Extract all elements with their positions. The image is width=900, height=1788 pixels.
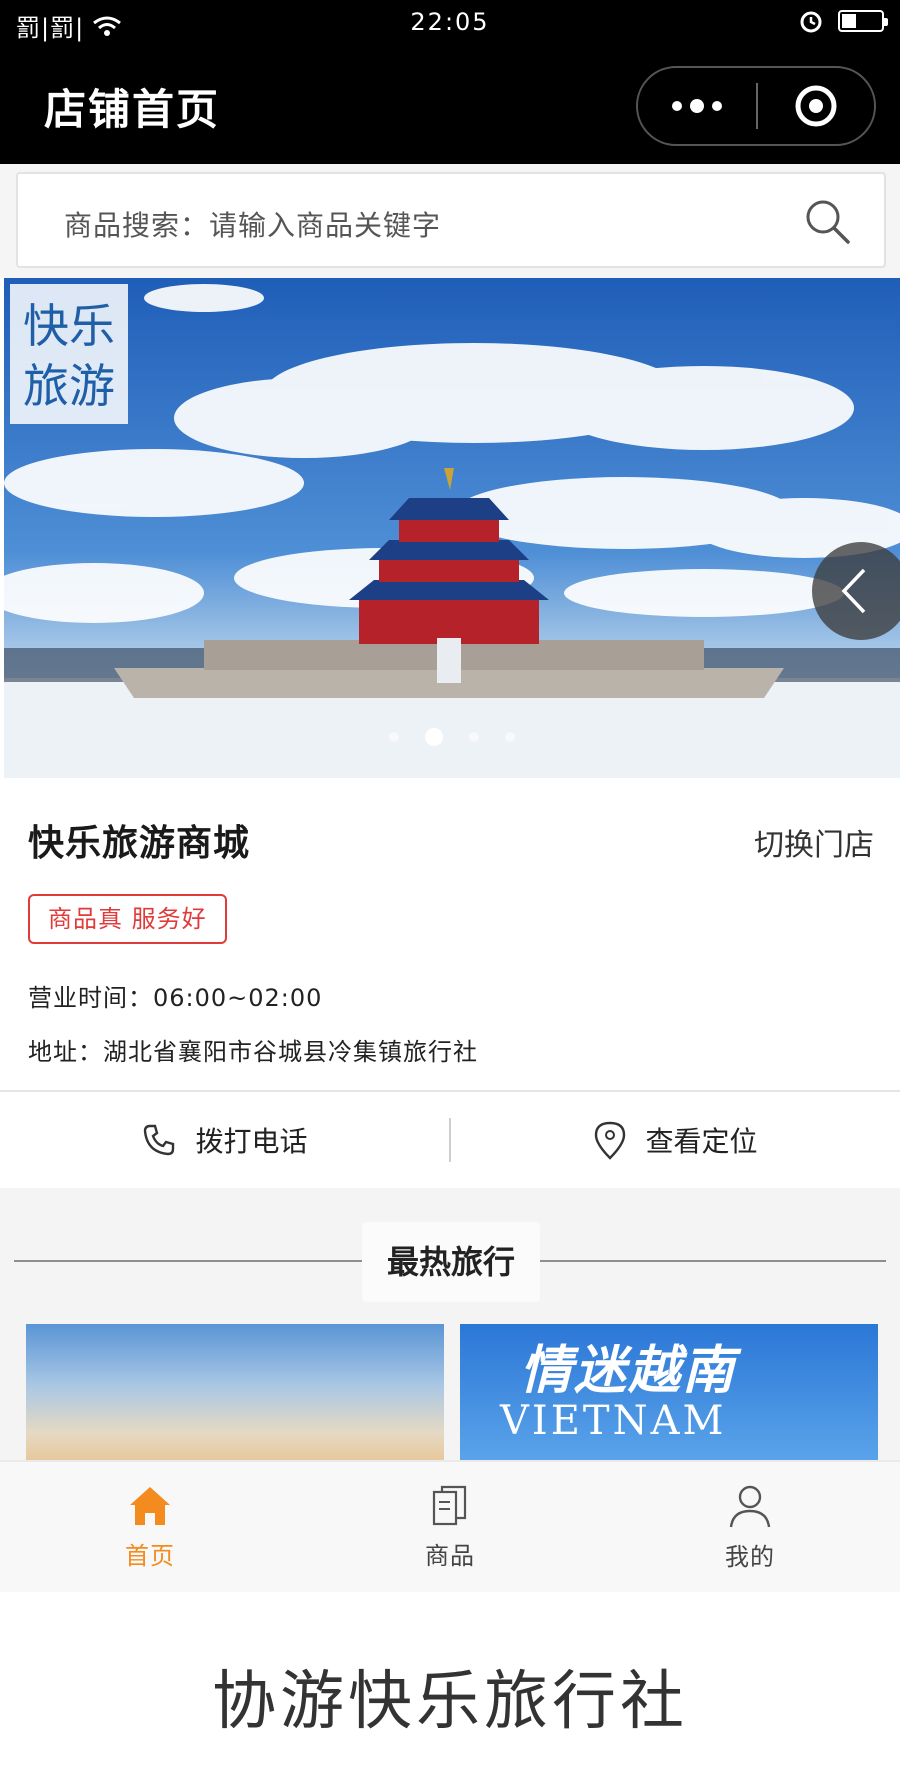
chevron-left-icon [841, 568, 866, 614]
carousel-prev-button[interactable] [812, 542, 900, 640]
tab-label: 我的 [725, 1542, 775, 1571]
tab-home[interactable]: 首页 [0, 1462, 300, 1592]
store-info: 快乐旅游商城 切换门店 商品真 服务好 营业时间：06:00~02:00 地址：… [0, 778, 900, 1090]
footer: 协游快乐旅行社 [0, 1592, 900, 1788]
tab-products[interactable]: 商品 [300, 1462, 600, 1592]
battery-icon [838, 10, 888, 32]
temple-of-heaven-image [4, 278, 900, 778]
search-area: 商品搜索：请输入商品关键字 [0, 164, 900, 278]
location-pin-icon [595, 1121, 626, 1160]
hot-travel-section: 最热旅行 情迷越南 VIETNAM [0, 1188, 900, 1460]
more-dot-icon [712, 101, 722, 111]
close-button[interactable] [758, 68, 874, 144]
mini-program-capsule [636, 66, 876, 146]
tab-profile[interactable]: 我的 [600, 1462, 900, 1592]
travel-card-subtitle: VIETNAM [500, 1398, 727, 1444]
carousel-dot[interactable] [505, 732, 515, 742]
status-right [798, 8, 888, 34]
search-input[interactable]: 商品搜索：请输入商品关键字 [16, 172, 886, 268]
more-dot-icon [672, 101, 682, 111]
search-placeholder: 商品搜索：请输入商品关键字 [64, 209, 442, 242]
bottom-tab-bar: 首页 商品 我的 [0, 1460, 900, 1592]
status-bar: 罰|罰| 22:05 [0, 0, 900, 48]
more-button[interactable] [638, 68, 756, 144]
happy-travel-logo: 快乐 旅游 [10, 284, 128, 424]
travel-card-title: 情迷越南 [520, 1340, 737, 1401]
carousel-dot-active[interactable] [425, 728, 443, 746]
business-hours: 营业时间：06:00~02:00 [28, 984, 323, 1012]
home-icon [130, 1486, 170, 1525]
contact-actions: 拨打电话 查看定位 [0, 1090, 900, 1188]
store-address: 地址：湖北省襄阳市谷城县冷集镇旅行社 [28, 1038, 478, 1066]
travel-card-vietnam[interactable]: 情迷越南 VIETNAM [460, 1324, 878, 1460]
tab-label: 商品 [425, 1541, 475, 1570]
location-label: 查看定位 [645, 1125, 758, 1158]
book-icon [432, 1485, 467, 1525]
target-icon [795, 85, 837, 127]
tab-label: 首页 [125, 1541, 175, 1570]
svg-text:快乐: 快乐 [23, 299, 115, 353]
nav-bar: 店铺首页 [0, 48, 900, 164]
user-icon [729, 1485, 771, 1527]
carousel-dot[interactable] [469, 732, 479, 742]
call-label: 拨打电话 [195, 1125, 308, 1158]
store-tag: 商品真 服务好 [28, 894, 227, 944]
more-dot-icon [690, 99, 704, 113]
search-icon[interactable] [802, 196, 852, 246]
travel-card[interactable] [26, 1324, 444, 1460]
phone-icon [144, 1124, 175, 1156]
view-location-button[interactable]: 查看定位 [451, 1120, 900, 1160]
section-title: 最热旅行 [362, 1222, 540, 1302]
alarm-icon [800, 11, 822, 33]
call-button[interactable]: 拨打电话 [0, 1120, 449, 1160]
carousel-indicators [4, 728, 900, 746]
svg-text:旅游: 旅游 [23, 359, 115, 413]
footer-caption: 协游快乐旅行社 [212, 1665, 688, 1739]
page-title: 店铺首页 [44, 85, 221, 134]
banner-carousel[interactable]: 快乐 旅游 [4, 278, 900, 778]
switch-store-link[interactable]: 切换门店 [754, 820, 874, 864]
carousel-dot[interactable] [389, 732, 399, 742]
status-time: 22:05 [410, 8, 490, 36]
store-name: 快乐旅游商城 [28, 823, 251, 864]
